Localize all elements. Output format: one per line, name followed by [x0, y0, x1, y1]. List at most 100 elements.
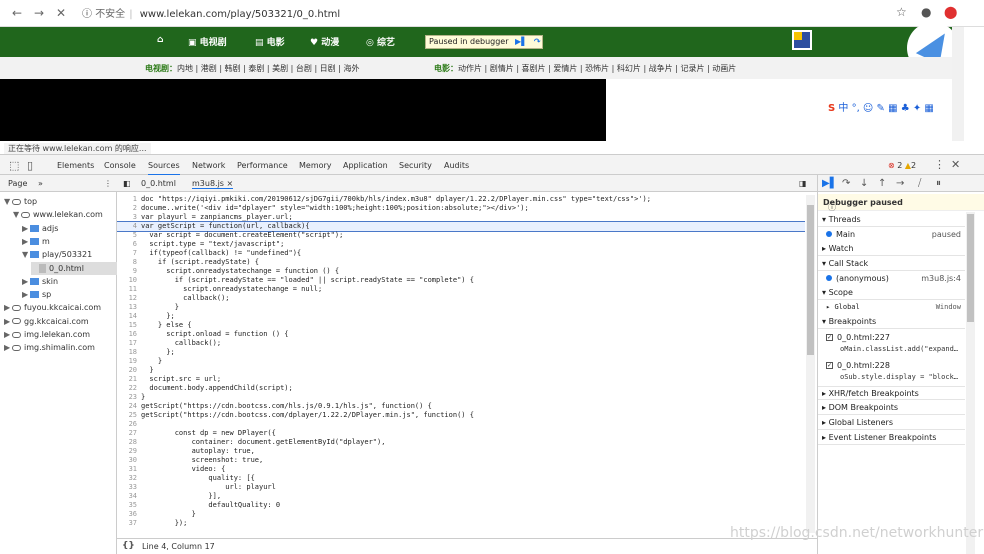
tree-item[interactable]: ▶ img.lelekan.com: [4, 328, 90, 341]
breakpoint-2[interactable]: ✓ 0_0.html:228: [818, 359, 965, 372]
expand-arrow-icon[interactable]: ▶: [22, 222, 28, 235]
expand-arrow-icon[interactable]: ▶: [4, 341, 10, 354]
line-number[interactable]: 1: [117, 195, 137, 204]
code-line[interactable]: 13 }: [117, 303, 805, 312]
resume-icon[interactable]: ▶▌: [515, 37, 527, 46]
code-line[interactable]: 12 callback();: [117, 294, 805, 303]
nav-item-tv[interactable]: ▣ 电视剧: [188, 35, 227, 48]
tree-item[interactable]: ▼ www.lelekan.com: [13, 208, 103, 221]
tab-application[interactable]: Application: [343, 161, 388, 170]
line-number[interactable]: 4: [117, 222, 137, 231]
breakpoint-checkbox[interactable]: ✓: [826, 362, 833, 369]
tree-item[interactable]: ▼ play/503321: [22, 248, 92, 261]
scope-section[interactable]: ▾ Scope: [818, 286, 965, 300]
code-line[interactable]: 15 } else {: [117, 321, 805, 330]
code-line[interactable]: 30 screenshot: true,: [117, 456, 805, 465]
threads-section[interactable]: ▾ Threads: [818, 213, 965, 227]
code-line[interactable]: 34 }],: [117, 492, 805, 501]
address-bar[interactable]: ⓘ 不安全 | www.lelekan.com/play/503321/0_0.h…: [82, 5, 340, 20]
expand-arrow-icon[interactable]: ▼: [4, 195, 10, 208]
code-line[interactable]: 14 };: [117, 312, 805, 321]
tab-audits[interactable]: Audits: [444, 161, 469, 170]
dom-breakpoints-section[interactable]: ▸ DOM Breakpoints: [818, 401, 965, 415]
line-number[interactable]: 2: [117, 204, 137, 213]
tree-item[interactable]: ▶ m: [22, 235, 50, 248]
breakpoints-section[interactable]: ▾ Breakpoints: [818, 315, 965, 329]
line-number[interactable]: 26: [117, 420, 137, 429]
line-number[interactable]: 14: [117, 312, 137, 321]
line-number[interactable]: 22: [117, 384, 137, 393]
close-devtools-icon[interactable]: ✕: [951, 158, 960, 171]
code-line[interactable]: 33 url: playurl: [117, 483, 805, 492]
line-number[interactable]: 12: [117, 294, 137, 303]
line-number[interactable]: 23: [117, 393, 137, 402]
code-line[interactable]: 36 }: [117, 510, 805, 519]
thread-main[interactable]: Main paused: [818, 228, 965, 241]
line-number[interactable]: 36: [117, 510, 137, 519]
line-number[interactable]: 16: [117, 330, 137, 339]
line-number[interactable]: 7: [117, 249, 137, 258]
line-number[interactable]: 11: [117, 285, 137, 294]
format-icon[interactable]: {}: [122, 541, 135, 551]
code-line[interactable]: 25 getScript("https://cdn.bootcss.com/dpl…: [117, 411, 805, 420]
deactivate-breakpoints-icon[interactable]: ⧸: [918, 178, 921, 189]
line-number[interactable]: 34: [117, 492, 137, 501]
line-number[interactable]: 9: [117, 267, 137, 276]
tree-item[interactable]: ▶ sp: [22, 288, 51, 301]
editor-tab-m3u8[interactable]: m3u8.js ×: [192, 179, 234, 189]
code-line[interactable]: 22 document.body.appendChild(script);: [117, 384, 805, 393]
breakpoint-1[interactable]: ✓ 0_0.html:227: [818, 331, 965, 344]
xhr-breakpoints-section[interactable]: ▸ XHR/fetch Breakpoints: [818, 386, 965, 400]
expand-arrow-icon[interactable]: ▶: [22, 275, 28, 288]
code-line[interactable]: 2 docume..write('<div id="dplayer" style=…: [117, 204, 805, 213]
line-number[interactable]: 6: [117, 240, 137, 249]
tab-console[interactable]: Console: [104, 161, 136, 170]
step-over-icon[interactable]: ↷: [534, 37, 541, 46]
inspect-icon[interactable]: ⬚: [9, 159, 19, 172]
editor-tab-html[interactable]: 0_0.html: [141, 179, 176, 188]
tab-elements[interactable]: Elements: [57, 161, 94, 170]
line-number[interactable]: 15: [117, 321, 137, 330]
line-number[interactable]: 8: [117, 258, 137, 267]
expand-arrow-icon[interactable]: ▶: [4, 301, 10, 314]
event-listener-breakpoints-section[interactable]: ▸ Event Listener Breakpoints: [818, 431, 965, 445]
expand-arrow-icon[interactable]: ▼: [13, 208, 19, 221]
line-number[interactable]: 31: [117, 465, 137, 474]
device-toggle-icon[interactable]: ▯: [27, 159, 33, 172]
info-icon[interactable]: ⓘ: [82, 9, 92, 20]
line-number[interactable]: 28: [117, 438, 137, 447]
step-over-icon[interactable]: ↷: [842, 178, 850, 189]
line-number[interactable]: 21: [117, 375, 137, 384]
code-line[interactable]: 10 if (script.readyState == "loaded" || …: [117, 276, 805, 285]
nav-item-variety[interactable]: ◎ 综艺: [366, 35, 395, 48]
tree-item[interactable]: ▶ skin: [22, 275, 58, 288]
extension-icon[interactable]: ⬤: [944, 5, 957, 19]
code-line[interactable]: 27 const dp = new DPlayer({: [117, 429, 805, 438]
expand-arrow-icon[interactable]: ▶: [4, 328, 10, 341]
resume-icon[interactable]: ▶▌: [822, 178, 837, 189]
callstack-section[interactable]: ▾ Call Stack: [818, 257, 965, 271]
line-number[interactable]: 17: [117, 339, 137, 348]
navigator-menu-icon[interactable]: ⋮: [104, 179, 112, 188]
toggle-debugger-icon[interactable]: ◨: [799, 179, 807, 188]
code-line[interactable]: 23}: [117, 393, 805, 402]
tab-performance[interactable]: Performance: [237, 161, 288, 170]
code-line[interactable]: 5 var script = document.createElement("s…: [117, 231, 805, 240]
line-number[interactable]: 32: [117, 474, 137, 483]
code-line[interactable]: 31 video: {: [117, 465, 805, 474]
tv-categories[interactable]: 电视剧：内地 | 港剧 | 韩剧 | 泰剧 | 美剧 | 台剧 | 日剧 | 海…: [145, 63, 359, 74]
movie-categories[interactable]: 电影：动作片 | 剧情片 | 喜剧片 | 爱情片 | 恐怖片 | 科幻片 | 战…: [434, 63, 736, 74]
code-line[interactable]: 7 if(typeof(callback) != "undefined"){: [117, 249, 805, 258]
code-line[interactable]: 35 defaultQuality: 0: [117, 501, 805, 510]
code-line[interactable]: 16 script.onload = function () {: [117, 330, 805, 339]
code-line[interactable]: 32 quality: [{: [117, 474, 805, 483]
expand-arrow-icon[interactable]: ▼: [22, 248, 28, 261]
tab-security[interactable]: Security: [399, 161, 432, 170]
code-line[interactable]: 21 script.src = url;: [117, 375, 805, 384]
tree-item[interactable]: ▶ img.shimalin.com: [4, 341, 95, 354]
profile-icon[interactable]: ●: [921, 5, 931, 19]
code-line[interactable]: 8 if (script.readyState) {: [117, 258, 805, 267]
issue-counter[interactable]: ⊗ 2 ▲2: [888, 161, 916, 170]
step-into-icon[interactable]: ↓: [860, 178, 868, 189]
scope-global[interactable]: ▸ Global Window: [818, 301, 965, 314]
